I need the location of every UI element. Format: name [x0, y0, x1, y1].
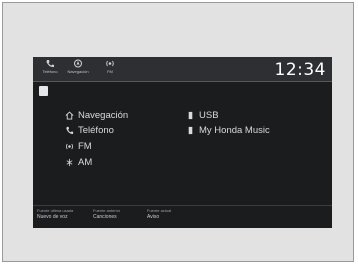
bottom-source-2[interactable]: Fuente anterior Canciones — [93, 208, 120, 220]
audio-screen: Teléfono Navegación FM 12:34 Navegación … — [33, 57, 332, 228]
bottom-source-3-value: Aviso — [147, 214, 160, 220]
usb-icon — [188, 111, 193, 119]
menu-item-navigation[interactable]: Navegación — [65, 109, 128, 121]
menu-item-my-honda-music[interactable]: My Honda Music — [186, 124, 270, 136]
top-phone-label: Teléfono — [42, 69, 58, 74]
home-square-icon[interactable] — [39, 86, 48, 96]
bottom-divider — [33, 205, 332, 206]
menu-item-navigation-label: Navegación — [78, 109, 129, 121]
bottom-source-3-caption: Fuente actual — [147, 208, 172, 213]
radio-icon — [66, 143, 73, 149]
top-phone-button[interactable]: Teléfono — [37, 59, 63, 79]
top-fm-label: FM — [107, 69, 113, 74]
phone-icon — [66, 126, 74, 134]
bottom-source-2-value: Canciones — [93, 214, 117, 220]
bottom-source-2-caption: Fuente anterior — [93, 208, 121, 213]
menu-item-phone-label: Teléfono — [78, 124, 114, 136]
home-icon — [65, 110, 74, 120]
music-icon — [188, 126, 193, 134]
bottom-source-1[interactable]: Fuente última usada Nuevo de voz — [37, 208, 73, 220]
top-navigation-label: Navegación — [67, 69, 89, 74]
menu-item-usb[interactable]: USB — [186, 109, 219, 121]
menu-item-am[interactable]: AM — [65, 156, 92, 168]
top-navigation-button[interactable]: Navegación — [65, 59, 91, 79]
navigation-icon — [74, 59, 82, 68]
menu-item-am-label: AM — [78, 156, 93, 168]
radio-am-icon — [66, 158, 73, 166]
menu-item-my-honda-music-label: My Honda Music — [199, 124, 270, 136]
top-bar: Teléfono Navegación FM 12:34 — [33, 57, 332, 81]
top-fm-button[interactable]: FM — [97, 59, 123, 79]
menu-item-phone[interactable]: Teléfono — [65, 124, 114, 136]
phone-icon — [46, 60, 54, 68]
top-divider — [33, 81, 332, 82]
bottom-source-1-value: Nuevo de voz — [37, 214, 68, 220]
menu-item-fm-label: FM — [78, 140, 92, 152]
clock: 12:34 — [274, 60, 326, 80]
menu-item-usb-label: USB — [199, 109, 219, 121]
bottom-source-3[interactable]: Fuente actual Aviso — [147, 208, 171, 220]
radio-icon — [106, 60, 114, 67]
menu-item-fm[interactable]: FM — [65, 140, 92, 152]
figure-frame: Teléfono Navegación FM 12:34 Navegación … — [2, 2, 354, 262]
bottom-source-1-caption: Fuente última usada — [37, 208, 74, 213]
